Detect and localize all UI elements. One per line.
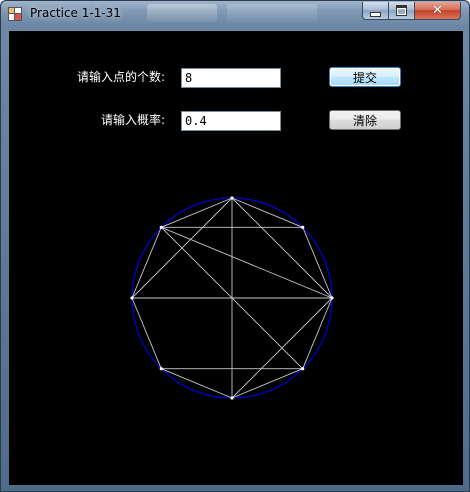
graph-point [130,296,134,300]
close-icon: ✕ [432,3,443,18]
graph-point [230,196,234,200]
graph-edge [302,297,333,369]
graph-point [230,396,234,400]
random-graph-canvas [130,196,334,400]
graph-edge [231,197,303,228]
graph-point [330,296,334,300]
graph-point [301,367,305,371]
minimize-icon [370,11,381,17]
graph-edge [231,368,303,399]
client-area: 请输入点的个数: 8 提交 请输入概率: 0.4 清除 [9,31,463,485]
graph-point [159,225,163,229]
graph-point [301,225,305,229]
application-window: Practice 1-1-31 ✕ 请输入点的个数: 8 提交 请输入概率: 0… [0,0,470,492]
graph-edge [161,368,233,399]
graph-point [159,367,163,371]
title-bar[interactable]: Practice 1-1-31 ✕ [1,1,469,27]
graph-edge [231,197,333,299]
maximize-icon [396,5,407,16]
window-title: Practice 1-1-31 [30,6,121,20]
maximize-button[interactable] [388,2,415,20]
graph-edge [131,297,162,369]
graph-edge [161,197,233,228]
titlebar-glass-highlight [147,4,217,22]
app-window-icon[interactable] [8,7,22,21]
graph-edge [131,227,162,299]
close-button[interactable]: ✕ [414,2,461,20]
graph-edge [161,226,333,299]
minimize-button[interactable] [362,2,389,20]
titlebar-glass-highlight [227,4,317,22]
